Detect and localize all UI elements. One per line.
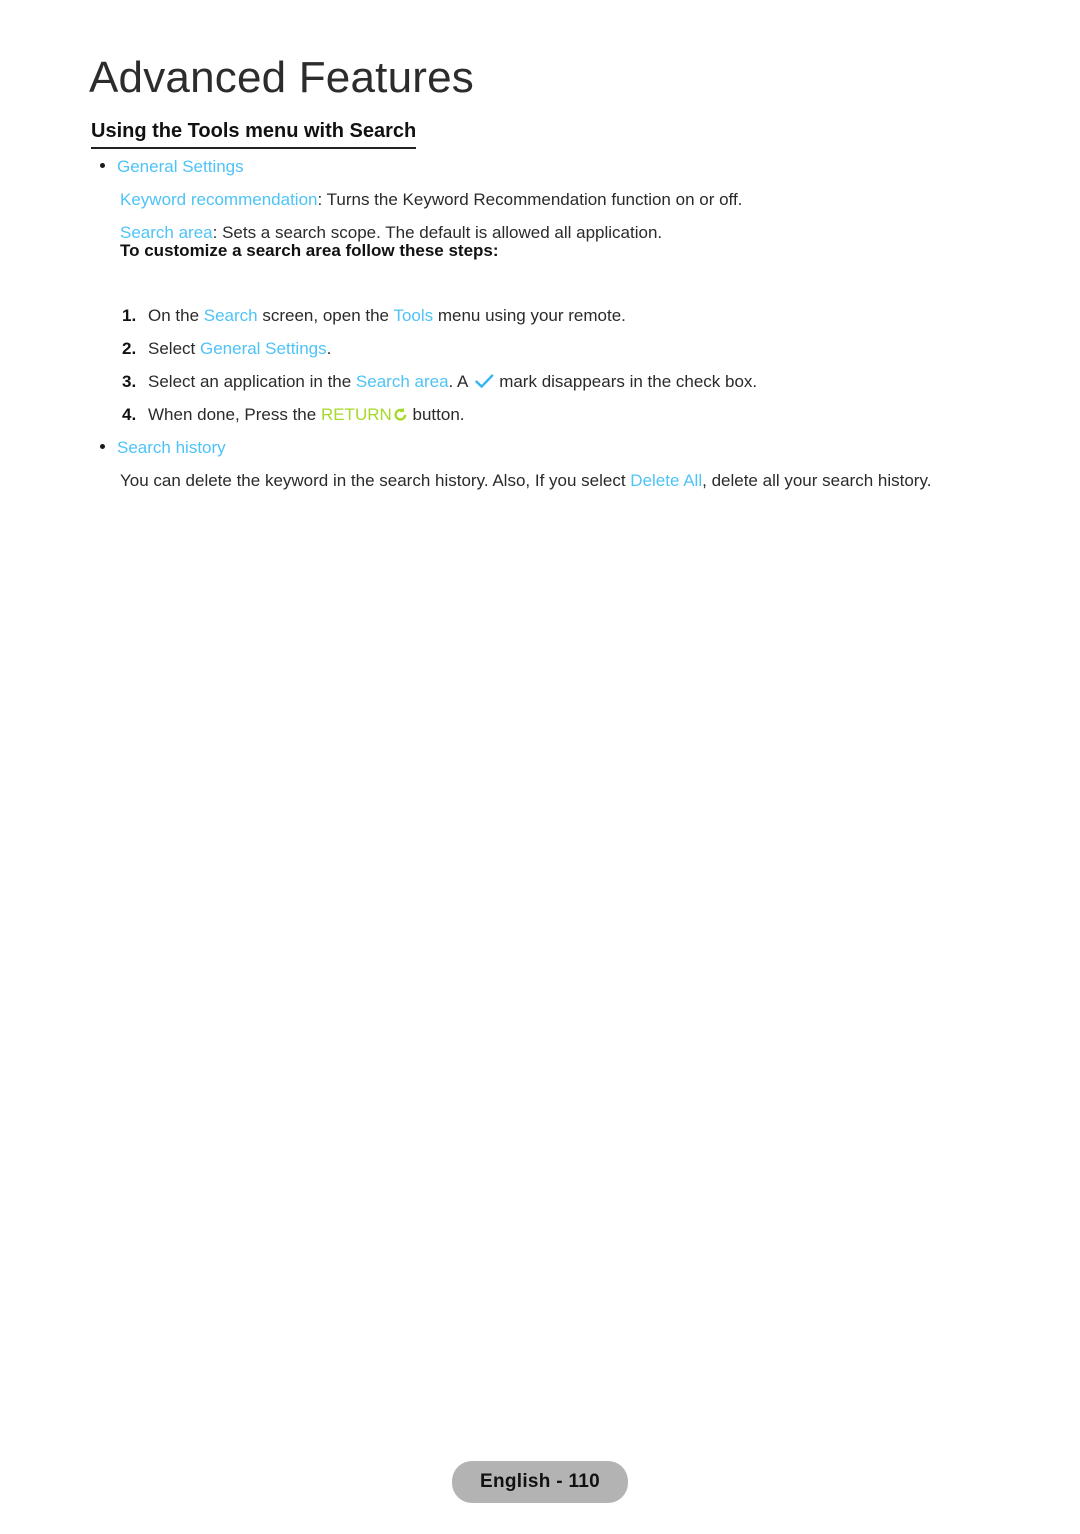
section-heading: Using the Tools menu with Search — [91, 118, 417, 149]
page-number-badge: English - 110 — [452, 1461, 628, 1503]
step2-pre: Select — [148, 339, 200, 358]
step-item-4: 4. When done, Press the RETURN button. — [122, 403, 465, 428]
chapter-title: Advanced Features — [89, 53, 474, 102]
term-keyword-recommendation: Keyword recommendation — [120, 190, 318, 209]
paragraph-search-history: You can delete the keyword in the search… — [120, 469, 931, 492]
bullet-dot-icon — [100, 444, 105, 449]
step-item-3: 3. Select an application in the Search a… — [122, 370, 757, 395]
step-number-1: 1. — [122, 306, 137, 325]
step4-post: button. — [407, 405, 465, 424]
step1-mid: screen, open the — [257, 306, 394, 325]
step2-post: . — [326, 339, 332, 358]
return-arrow-icon — [393, 405, 408, 428]
step-text-4: When done, Press the RETURN button. — [148, 403, 465, 428]
steps-intro-text: To customize a search area follow these … — [120, 241, 499, 260]
term-delete-all: Delete All — [630, 471, 703, 490]
bullet-dot-icon — [100, 163, 105, 168]
search-history-post: , delete all your search history. — [702, 471, 932, 490]
step3-term-search-area: Search area — [355, 372, 449, 391]
bullet-item-search-history: Search history — [100, 436, 226, 459]
step2-term-general-settings: General Settings — [199, 339, 327, 358]
check-mark-icon — [475, 372, 494, 395]
step1-post: menu using your remote. — [433, 306, 626, 325]
step-text-3: Select an application in the Search area… — [148, 370, 757, 395]
step3-mid: . A — [448, 372, 473, 391]
step-number-2: 2. — [122, 339, 137, 358]
bullet-label-search-history: Search history — [117, 438, 226, 457]
step4-pre: When done, Press the — [148, 405, 321, 424]
document-page: Advanced Features Using the Tools menu w… — [0, 0, 1080, 1534]
bullet-label-general-settings: General Settings — [117, 157, 244, 176]
step1-term-tools: Tools — [393, 306, 434, 325]
step4-term-return: RETURN — [320, 405, 392, 424]
step-text-2: Select General Settings. — [148, 337, 331, 360]
step-number-3: 3. — [122, 372, 137, 391]
search-history-pre: You can delete the keyword in the search… — [120, 471, 631, 490]
step1-term-search: Search — [203, 306, 258, 325]
step-number-4: 4. — [122, 405, 137, 424]
bullet-item-general-settings: General Settings — [100, 155, 244, 178]
step-text-1: On the Search screen, open the Tools men… — [148, 304, 626, 327]
step3-post: mark disappears in the check box. — [499, 372, 758, 391]
step-item-2: 2. Select General Settings. — [122, 337, 331, 360]
text-keyword-recommendation-description: : Turns the Keyword Recommendation funct… — [317, 190, 743, 209]
step3-pre: Select an application in the — [148, 372, 356, 391]
step-item-1: 1. On the Search screen, open the Tools … — [122, 304, 626, 327]
paragraph-keyword-recommendation: Keyword recommendation: Turns the Keywor… — [120, 188, 742, 211]
step1-pre: On the — [148, 306, 204, 325]
